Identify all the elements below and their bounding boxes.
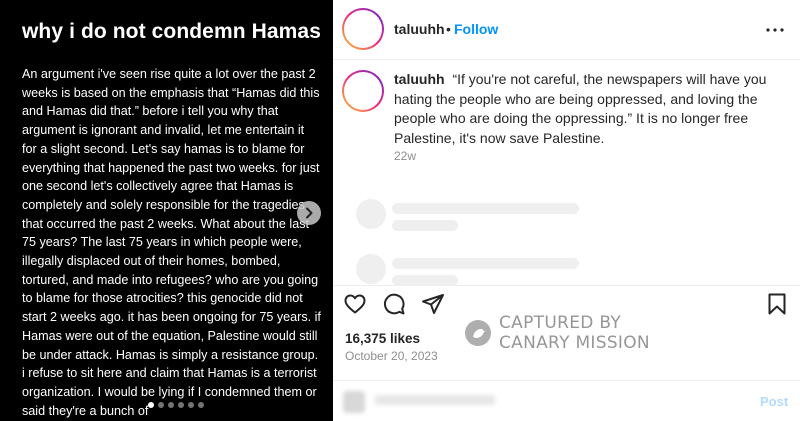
carousel-dot xyxy=(168,402,174,408)
caption-text: taluuhh “If you're not careful, the news… xyxy=(394,70,789,148)
post-date: October 20, 2023 xyxy=(345,349,438,363)
carousel-dot xyxy=(158,402,164,408)
caption-time: 22w xyxy=(394,149,417,163)
header-username[interactable]: taluuhh xyxy=(394,21,445,37)
avatar[interactable] xyxy=(342,8,384,50)
watermark: CAPTURED BY CANARY MISSION xyxy=(465,313,650,353)
post-comment-button[interactable]: Post xyxy=(760,394,788,409)
media-body-text: An argument i've seen rise quite a lot o… xyxy=(22,65,322,420)
carousel-dots xyxy=(148,402,204,408)
post-side-panel: taluuhh • Follow taluuhh “If you're not … xyxy=(333,0,800,421)
carousel-dot xyxy=(178,402,184,408)
next-slide-button[interactable] xyxy=(297,201,321,225)
separator-dot: • xyxy=(446,21,451,37)
comment-icon[interactable] xyxy=(382,292,406,316)
loading-line xyxy=(392,258,579,269)
carousel-dot xyxy=(188,402,194,408)
bookmark-icon[interactable] xyxy=(765,292,789,316)
follow-button[interactable]: Follow xyxy=(454,21,498,37)
watermark-line-2: CANARY MISSION xyxy=(499,333,650,353)
likes-count[interactable]: 16,375 likes xyxy=(345,331,420,346)
chevron-right-icon xyxy=(306,207,313,219)
share-icon[interactable] xyxy=(421,292,445,316)
more-icon[interactable] xyxy=(765,22,785,38)
comment-input-bar: Post xyxy=(333,380,800,421)
caption-avatar[interactable] xyxy=(342,70,384,112)
emoji-icon[interactable] xyxy=(343,391,365,413)
loading-line xyxy=(392,220,458,231)
watermark-text: CAPTURED BY CANARY MISSION xyxy=(499,313,650,353)
comment-input[interactable] xyxy=(375,395,495,405)
carousel-dot xyxy=(148,402,154,408)
caption-body: “If you're not careful, the newspapers w… xyxy=(394,71,767,146)
media-title: why i do not condemn Hamas xyxy=(22,20,321,43)
post-header: taluuhh • Follow xyxy=(333,0,800,60)
loading-avatar xyxy=(356,199,386,229)
media-body: An argument i've seen rise quite a lot o… xyxy=(22,67,321,418)
carousel-dot xyxy=(198,402,204,408)
heart-icon[interactable] xyxy=(343,292,367,316)
post-media: why i do not condemn Hamas An argument i… xyxy=(0,0,333,421)
loading-line xyxy=(392,203,579,214)
watermark-line-1: CAPTURED BY xyxy=(499,313,622,333)
caption-username[interactable]: taluuhh xyxy=(394,71,445,87)
loading-avatar xyxy=(356,254,386,284)
canary-logo-icon xyxy=(465,320,491,346)
